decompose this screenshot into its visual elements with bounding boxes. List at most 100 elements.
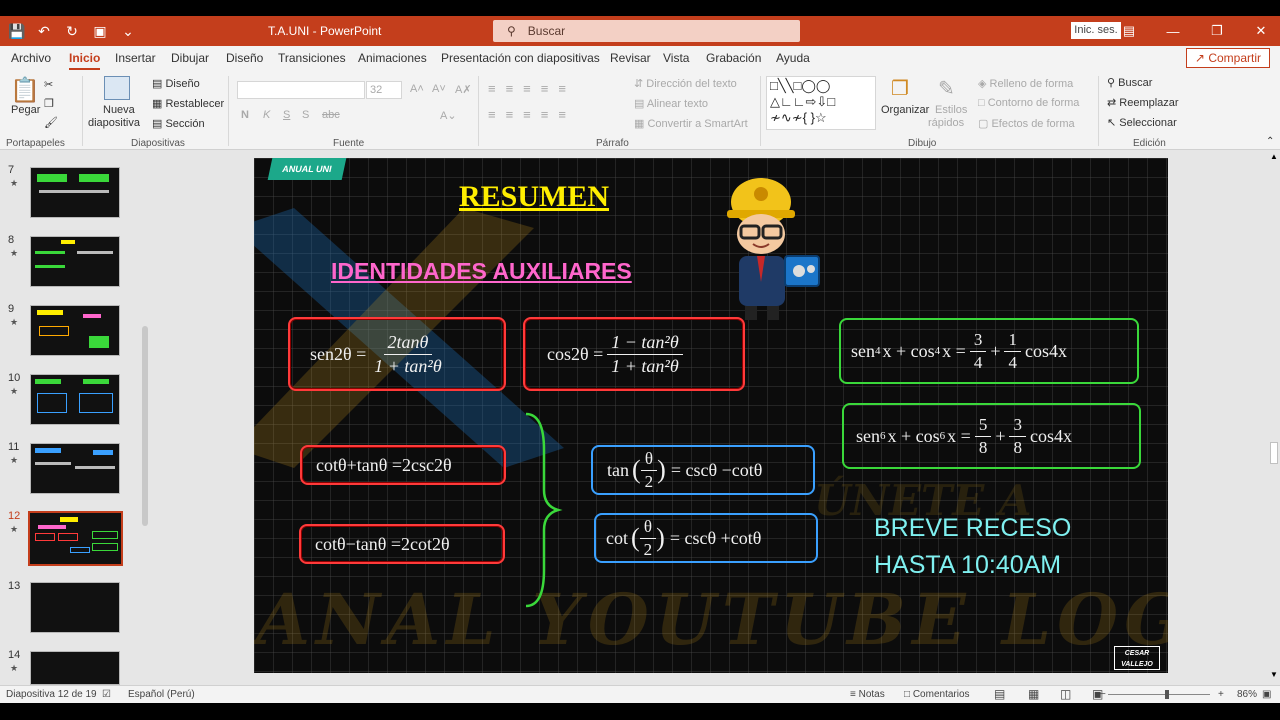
copy-icon[interactable]: ❐ [44,97,54,110]
smartart-button[interactable]: ▦ Convertir a SmartArt [634,117,748,130]
quick-styles-icon[interactable]: ✎ [938,76,955,101]
minimize-icon[interactable]: — [1164,24,1182,39]
new-slide-icon[interactable] [104,76,130,100]
scroll-down-icon[interactable]: ▼ [1270,670,1278,679]
align-buttons[interactable]: ≡≡≡≡≡ [488,107,576,122]
font-name-box[interactable] [237,81,365,99]
accessibility-icon[interactable]: ☑ [102,689,111,700]
thumb-number: 10 [8,372,21,384]
ribbon-display-icon[interactable]: ▤ [1120,23,1138,39]
reading-view-icon[interactable]: ◫ [1060,687,1071,701]
arrange-label[interactable]: Organizar [881,104,929,116]
slide-thumbnail-7[interactable] [30,167,120,218]
restore-icon[interactable]: ❐ [1208,23,1226,39]
notes-button[interactable]: ≡ Notas [850,689,885,700]
slide-thumbnail-13[interactable] [30,582,120,633]
close-icon[interactable]: ✕ [1252,23,1270,39]
formula-sen2theta: sen2θ = 2tanθ 1 + tan²θ [288,317,506,391]
shrink-font-icon[interactable]: A˅ [432,83,446,95]
tab-diseno[interactable]: Diseño [226,51,263,65]
zoom-out-icon[interactable]: − [1100,689,1106,700]
customize-qat-icon[interactable]: ⌄ [120,23,136,40]
tab-animaciones[interactable]: Animaciones [358,51,427,65]
cut-icon[interactable]: ✂ [44,78,53,91]
normal-view-icon[interactable]: ▤ [994,687,1005,701]
tab-archivo[interactable]: Archivo [11,51,51,65]
tab-inicio[interactable]: Inicio [69,51,101,70]
new-slide-label-1[interactable]: Nueva [103,104,135,116]
slide-scrollbar[interactable]: ▲ ▼ [1268,150,1280,685]
slide-sorter-icon[interactable]: ▦ [1028,687,1039,701]
language-indicator[interactable]: Español (Perú) [128,689,195,700]
slide-thumbnail-10[interactable] [30,374,120,425]
layout-button[interactable]: ▤ Diseño [152,77,200,90]
font-color-icon[interactable]: A⌄ [440,109,457,122]
find-button[interactable]: ⚲ Buscar [1107,76,1152,89]
save-icon[interactable]: 💾 [8,23,25,40]
format-painter-icon[interactable]: 🖌 [44,116,58,129]
paste-label[interactable]: Pegar [11,104,40,116]
shape-fill-button[interactable]: ◈ Relleno de forma [978,77,1073,90]
section-button[interactable]: ▤ Sección [152,117,205,130]
replace-button[interactable]: ⇄ Reemplazar [1107,96,1179,109]
formula-part: x = [942,340,966,361]
reset-button[interactable]: ▦ Restablecer [152,97,224,110]
sign-in-button[interactable]: Inic. ses. [1071,22,1121,39]
slide-thumbnail-11[interactable] [30,443,120,494]
thumbnail-scrollbar[interactable] [140,156,150,681]
search-box[interactable]: ⚲ Buscar [493,20,800,42]
zoom-slider-handle[interactable] [1165,690,1169,699]
shape-effects-icon: ▢ [978,118,992,130]
align-text-button[interactable]: ▤ Alinear texto [634,97,708,110]
powerpoint-window: 💾 ↶ ↻ ▣ ⌄ T.A.UNI - PowerPoint ⚲ Buscar … [0,0,1280,720]
fit-slide-icon[interactable]: ▣ [1262,689,1271,700]
present-icon[interactable]: ▣ [92,23,108,40]
scrollbar-thumb[interactable] [1270,442,1278,464]
font-size-box[interactable]: 32 [366,81,402,99]
select-button[interactable]: ↖ Seleccionar [1107,116,1177,129]
zoom-in-icon[interactable]: + [1218,689,1224,700]
redo-icon[interactable]: ↻ [64,23,80,40]
tab-insertar[interactable]: Insertar [115,51,156,65]
ribbon-tabs: Archivo Inicio Insertar Dibujar Diseño T… [0,46,1280,70]
strikethrough-button[interactable]: abc [322,109,340,121]
bold-button[interactable]: N [241,109,249,121]
shapes-gallery[interactable]: □╲╲□◯◯ △∟∟⇨⇩□ ≁∿≁{ }☆ [766,76,876,130]
search-placeholder: Buscar [527,24,566,38]
tab-dibujar[interactable]: Dibujar [171,51,209,65]
tab-revisar[interactable]: Revisar [610,51,651,65]
zoom-slider[interactable] [1108,694,1210,695]
slide-thumbnail-14[interactable] [30,651,120,685]
shape-outline-button[interactable]: □ Contorno de forma [978,97,1079,109]
shape-effects-button[interactable]: ▢ Efectos de forma [978,117,1075,130]
grow-font-icon[interactable]: A˄ [410,83,424,95]
slide-12[interactable]: ÚNETE A CANAL YOUTUBE LOGAN MATHS ANUAL … [254,158,1168,673]
quick-styles-label-2[interactable]: rápidos [928,117,964,129]
tab-grabacion[interactable]: Grabación [706,51,761,65]
tab-vista[interactable]: Vista [663,51,689,65]
paste-icon[interactable]: 📋 [10,76,40,106]
scrollbar-thumb[interactable] [142,326,148,526]
italic-button[interactable]: K [263,109,270,121]
arrange-icon[interactable]: ❐ [891,76,909,101]
slide-thumbnail-9[interactable] [30,305,120,356]
new-slide-label-2[interactable]: diapositiva [88,117,140,129]
zoom-level[interactable]: 86% [1237,689,1257,700]
underline-button[interactable]: S [283,109,290,121]
scroll-up-icon[interactable]: ▲ [1270,152,1278,161]
quick-styles-label-1[interactable]: Estilos [935,104,967,116]
shadow-button[interactable]: S [302,109,309,121]
clear-format-icon[interactable]: A✗ [455,83,472,96]
list-buttons[interactable]: ≡≡≡≡≡ [488,81,576,96]
text-direction-button[interactable]: ⇵ Dirección del texto [634,77,737,90]
comments-button[interactable]: □ Comentarios [904,689,970,700]
tab-presentacion[interactable]: Presentación con diapositivas [441,51,600,65]
slide-thumbnail-8[interactable] [30,236,120,287]
tab-transiciones[interactable]: Transiciones [278,51,346,65]
share-button[interactable]: ↗ Compartir [1185,48,1270,68]
undo-icon[interactable]: ↶ [36,23,52,40]
formula-part: x + cos [882,340,935,361]
slide-thumbnail-12[interactable] [28,511,123,566]
collapse-ribbon-icon[interactable]: ⌃ [1266,136,1274,147]
tab-ayuda[interactable]: Ayuda [776,51,810,65]
